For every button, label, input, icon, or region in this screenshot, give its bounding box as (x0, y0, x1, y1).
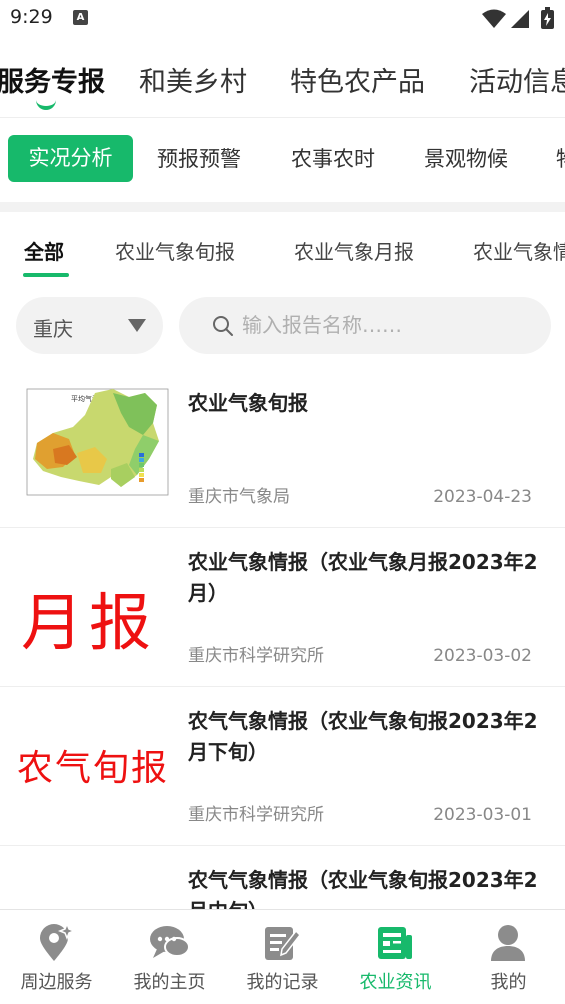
tab-service-report[interactable]: 服务专报 (0, 60, 105, 99)
region-dropdown[interactable]: 重庆 (16, 297, 163, 354)
subtab-more[interactable]: 物 (556, 146, 565, 172)
thumbnail-text: 月报 (21, 586, 158, 659)
user-icon (491, 925, 525, 961)
nav-my-records[interactable]: 我的记录 (226, 910, 339, 1004)
category-dekad-report[interactable]: 农业气象旬报 (115, 236, 235, 265)
report-title: 农业气象旬报 (188, 391, 308, 415)
subtab-landscape-phenology[interactable]: 景观物候 (424, 146, 508, 172)
category-tab-indicator (23, 273, 69, 277)
report-date: 2023-03-02 (433, 646, 532, 666)
category-monthly-report[interactable]: 农业气象月报 (294, 236, 414, 265)
caret-down-icon (128, 319, 146, 332)
news-icon (378, 927, 412, 959)
search-bar[interactable] (179, 297, 551, 354)
report-source: 重庆市科学研究所 (188, 805, 324, 825)
category-all[interactable]: 全部 (24, 236, 64, 265)
app-indicator-icon: A (73, 10, 88, 25)
nav-nearby-services[interactable]: 周边服务 (0, 910, 113, 1004)
category-info-report[interactable]: 农业气象情报 (473, 236, 565, 265)
main-tab-bar: 服务专报 和美乡村 特色农产品 活动信息 (0, 40, 565, 118)
region-value: 重庆 (33, 317, 73, 341)
tab-specialty-products[interactable]: 特色农产品 (290, 60, 425, 99)
tab-activity-info[interactable]: 活动信息 (469, 60, 565, 99)
nav-label: 农业资讯 (359, 972, 432, 993)
category-tab-bar: 全部 农业气象旬报 农业气象月报 农业气象情报 (0, 212, 565, 282)
subtab-live-analysis[interactable]: 实况分析 (8, 135, 133, 182)
report-title: 农气气象情报（农业气象旬报2023年2月下旬） (188, 709, 538, 764)
nav-agri-news[interactable]: 农业资讯 (339, 910, 452, 1004)
battery-icon (541, 7, 554, 29)
nav-label: 我的 (490, 972, 527, 993)
nav-mine[interactable]: 我的 (452, 910, 565, 1004)
location-sparkle-icon (40, 923, 76, 961)
nav-label: 我的记录 (246, 972, 319, 993)
report-date: 2023-03-01 (433, 805, 532, 825)
nav-label: 周边服务 (20, 972, 93, 993)
note-edit-icon (265, 927, 301, 960)
main-tab-indicator (36, 100, 56, 110)
sub-tab-bar: 实况分析 预报预警 农事农时 景观物候 物 (0, 118, 565, 202)
report-source: 重庆市气象局 (188, 487, 290, 507)
temperature-map-thumbnail: 平均气温 (17, 383, 172, 501)
nav-my-homepage[interactable]: 我的主页 (113, 910, 226, 1004)
report-item[interactable]: 农气旬报 农气气象情报（农业气象旬报2023年2月下旬） 重庆市科学研究所 20… (0, 688, 565, 846)
report-item[interactable]: 月报 农业气象情报（农业气象月报2023年2月） 重庆市科学研究所 2023-0… (0, 529, 565, 687)
wifi-icon (482, 9, 506, 28)
report-thumbnail: 月报 (17, 542, 172, 660)
signal-icon (511, 10, 529, 28)
section-divider (0, 202, 565, 212)
report-thumbnail: 农气旬报 (17, 701, 172, 819)
search-input[interactable] (242, 309, 532, 341)
report-source: 重庆市科学研究所 (188, 646, 324, 666)
status-bar: 9:29 A (0, 0, 565, 38)
subtab-forecast-warning[interactable]: 预报预警 (157, 146, 241, 172)
search-icon (213, 316, 233, 336)
report-title: 农业气象情报（农业气象月报2023年2月） (188, 550, 538, 605)
nav-label: 我的主页 (133, 972, 206, 993)
subtab-farming-season[interactable]: 农事农时 (291, 146, 375, 172)
report-date: 2023-04-23 (433, 487, 532, 507)
report-item[interactable]: 平均气温 农业气象旬报 重庆市气象局 2023-04-23 (0, 370, 565, 528)
status-time: 9:29 (10, 6, 53, 28)
thumbnail-text: 农气旬报 (17, 748, 170, 789)
tab-beautiful-village[interactable]: 和美乡村 (139, 60, 247, 99)
bottom-nav: 周边服务 我的主页 我的记录 农业资讯 我的 (0, 909, 565, 1004)
chat-bubbles-icon (150, 926, 190, 958)
